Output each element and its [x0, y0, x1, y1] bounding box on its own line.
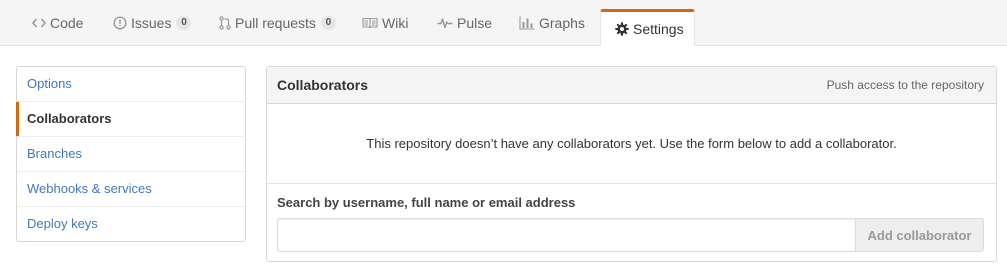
menu-item-branches[interactable]: Branches — [17, 137, 245, 172]
repo-nav: Code Issues 0 Pull requests 0 Wiki Pulse… — [0, 0, 1007, 46]
menu-item-collaborators[interactable]: Collaborators — [16, 102, 245, 137]
add-collaborator-form: Search by username, full name or email a… — [267, 184, 996, 252]
collaborator-search-input[interactable] — [277, 218, 855, 252]
tab-label: Wiki — [382, 15, 409, 31]
gear-icon — [615, 21, 629, 36]
tab-label: Pull requests — [235, 15, 316, 31]
settings-menu: Options Collaborators Branches Webhooks … — [16, 66, 246, 242]
collaborators-header: Collaborators Push access to the reposit… — [267, 67, 996, 104]
code-icon — [32, 17, 46, 29]
tab-wiki[interactable]: Wiki — [362, 0, 408, 46]
tab-label: Pulse — [457, 15, 493, 31]
search-input-group: Add collaborator — [277, 218, 986, 252]
tab-label: Settings — [633, 20, 684, 37]
issues-counter: 0 — [176, 16, 192, 30]
push-access-note: Push access to the repository — [826, 78, 984, 92]
tab-code[interactable]: Code — [32, 0, 83, 46]
add-collaborator-button[interactable]: Add collaborator — [855, 218, 984, 252]
git-pull-request-icon — [219, 16, 231, 30]
pulse-icon — [437, 17, 453, 29]
search-label: Search by username, full name or email a… — [277, 195, 576, 210]
graph-icon — [519, 16, 535, 30]
collaborators-title: Collaborators — [277, 77, 369, 93]
tab-issues[interactable]: Issues 0 — [113, 0, 192, 46]
tab-label: Graphs — [539, 15, 585, 31]
tab-pulse[interactable]: Pulse — [437, 0, 492, 46]
menu-item-webhooks-services[interactable]: Webhooks & services — [17, 172, 245, 207]
book-icon — [362, 17, 378, 29]
menu-item-options[interactable]: Options — [17, 67, 245, 102]
tab-pull-requests[interactable]: Pull requests 0 — [219, 0, 336, 46]
tab-graphs[interactable]: Graphs — [519, 0, 585, 46]
menu-item-deploy-keys[interactable]: Deploy keys — [17, 207, 245, 242]
tab-settings[interactable]: Settings — [600, 9, 695, 46]
empty-collaborators-message: This repository doesn’t have any collabo… — [267, 104, 996, 184]
issue-opened-icon — [113, 16, 127, 30]
tab-label: Code — [50, 15, 84, 31]
pull-requests-counter: 0 — [320, 16, 336, 30]
tab-label: Issues — [131, 15, 172, 31]
collaborators-panel: Collaborators Push access to the reposit… — [266, 66, 997, 262]
